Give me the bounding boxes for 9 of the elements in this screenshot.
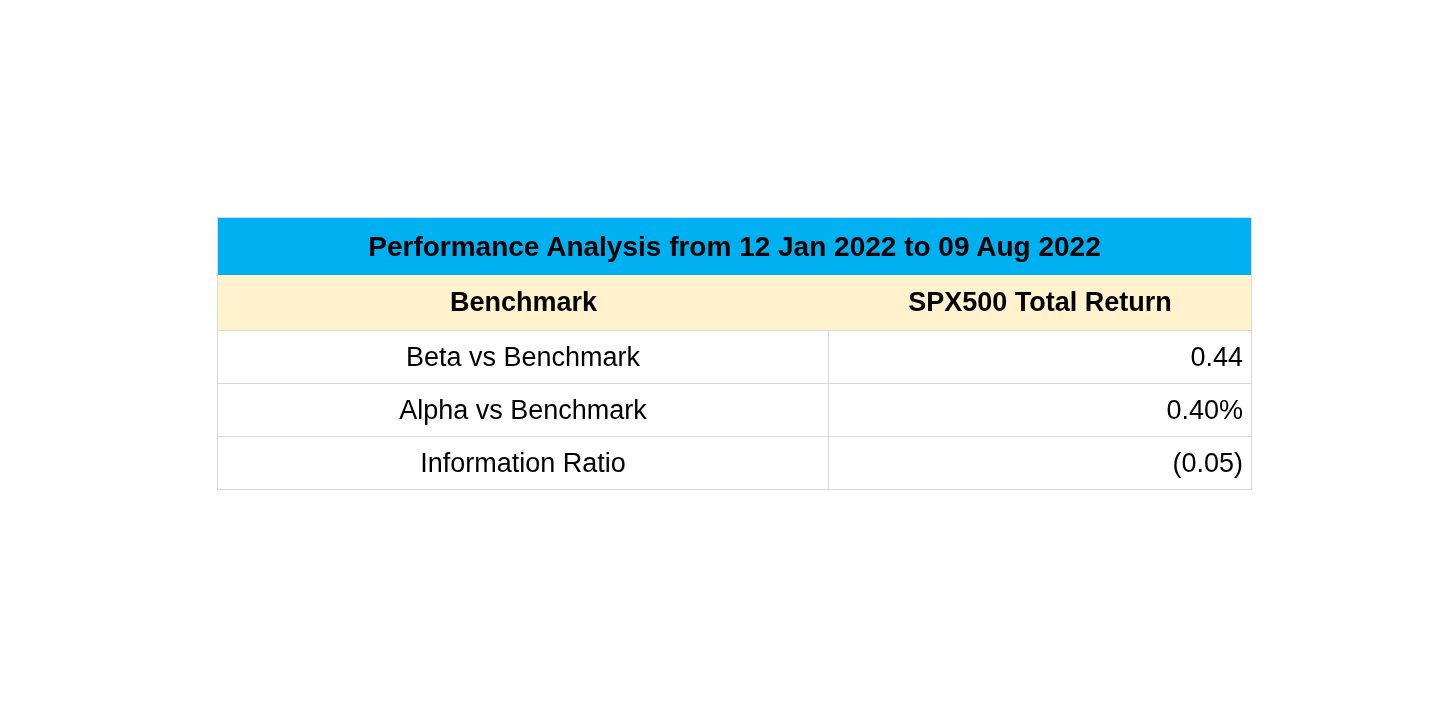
table-cell-text: 0.44	[1189, 340, 1244, 374]
table-cell: Beta vs Benchmark	[218, 331, 829, 383]
table-cell: Information Ratio	[218, 437, 829, 489]
table-cell-text: 0.40%	[1165, 393, 1244, 427]
column-header: SPX500 Total Return	[907, 286, 1173, 320]
table-cell: Alpha vs Benchmark	[218, 384, 829, 436]
column-header: Benchmark	[448, 286, 599, 320]
table-title: Performance Analysis from 12 Jan 2022 to 09 Aug 2022	[218, 218, 1251, 275]
table-cell-text: (0.05)	[1171, 446, 1244, 480]
